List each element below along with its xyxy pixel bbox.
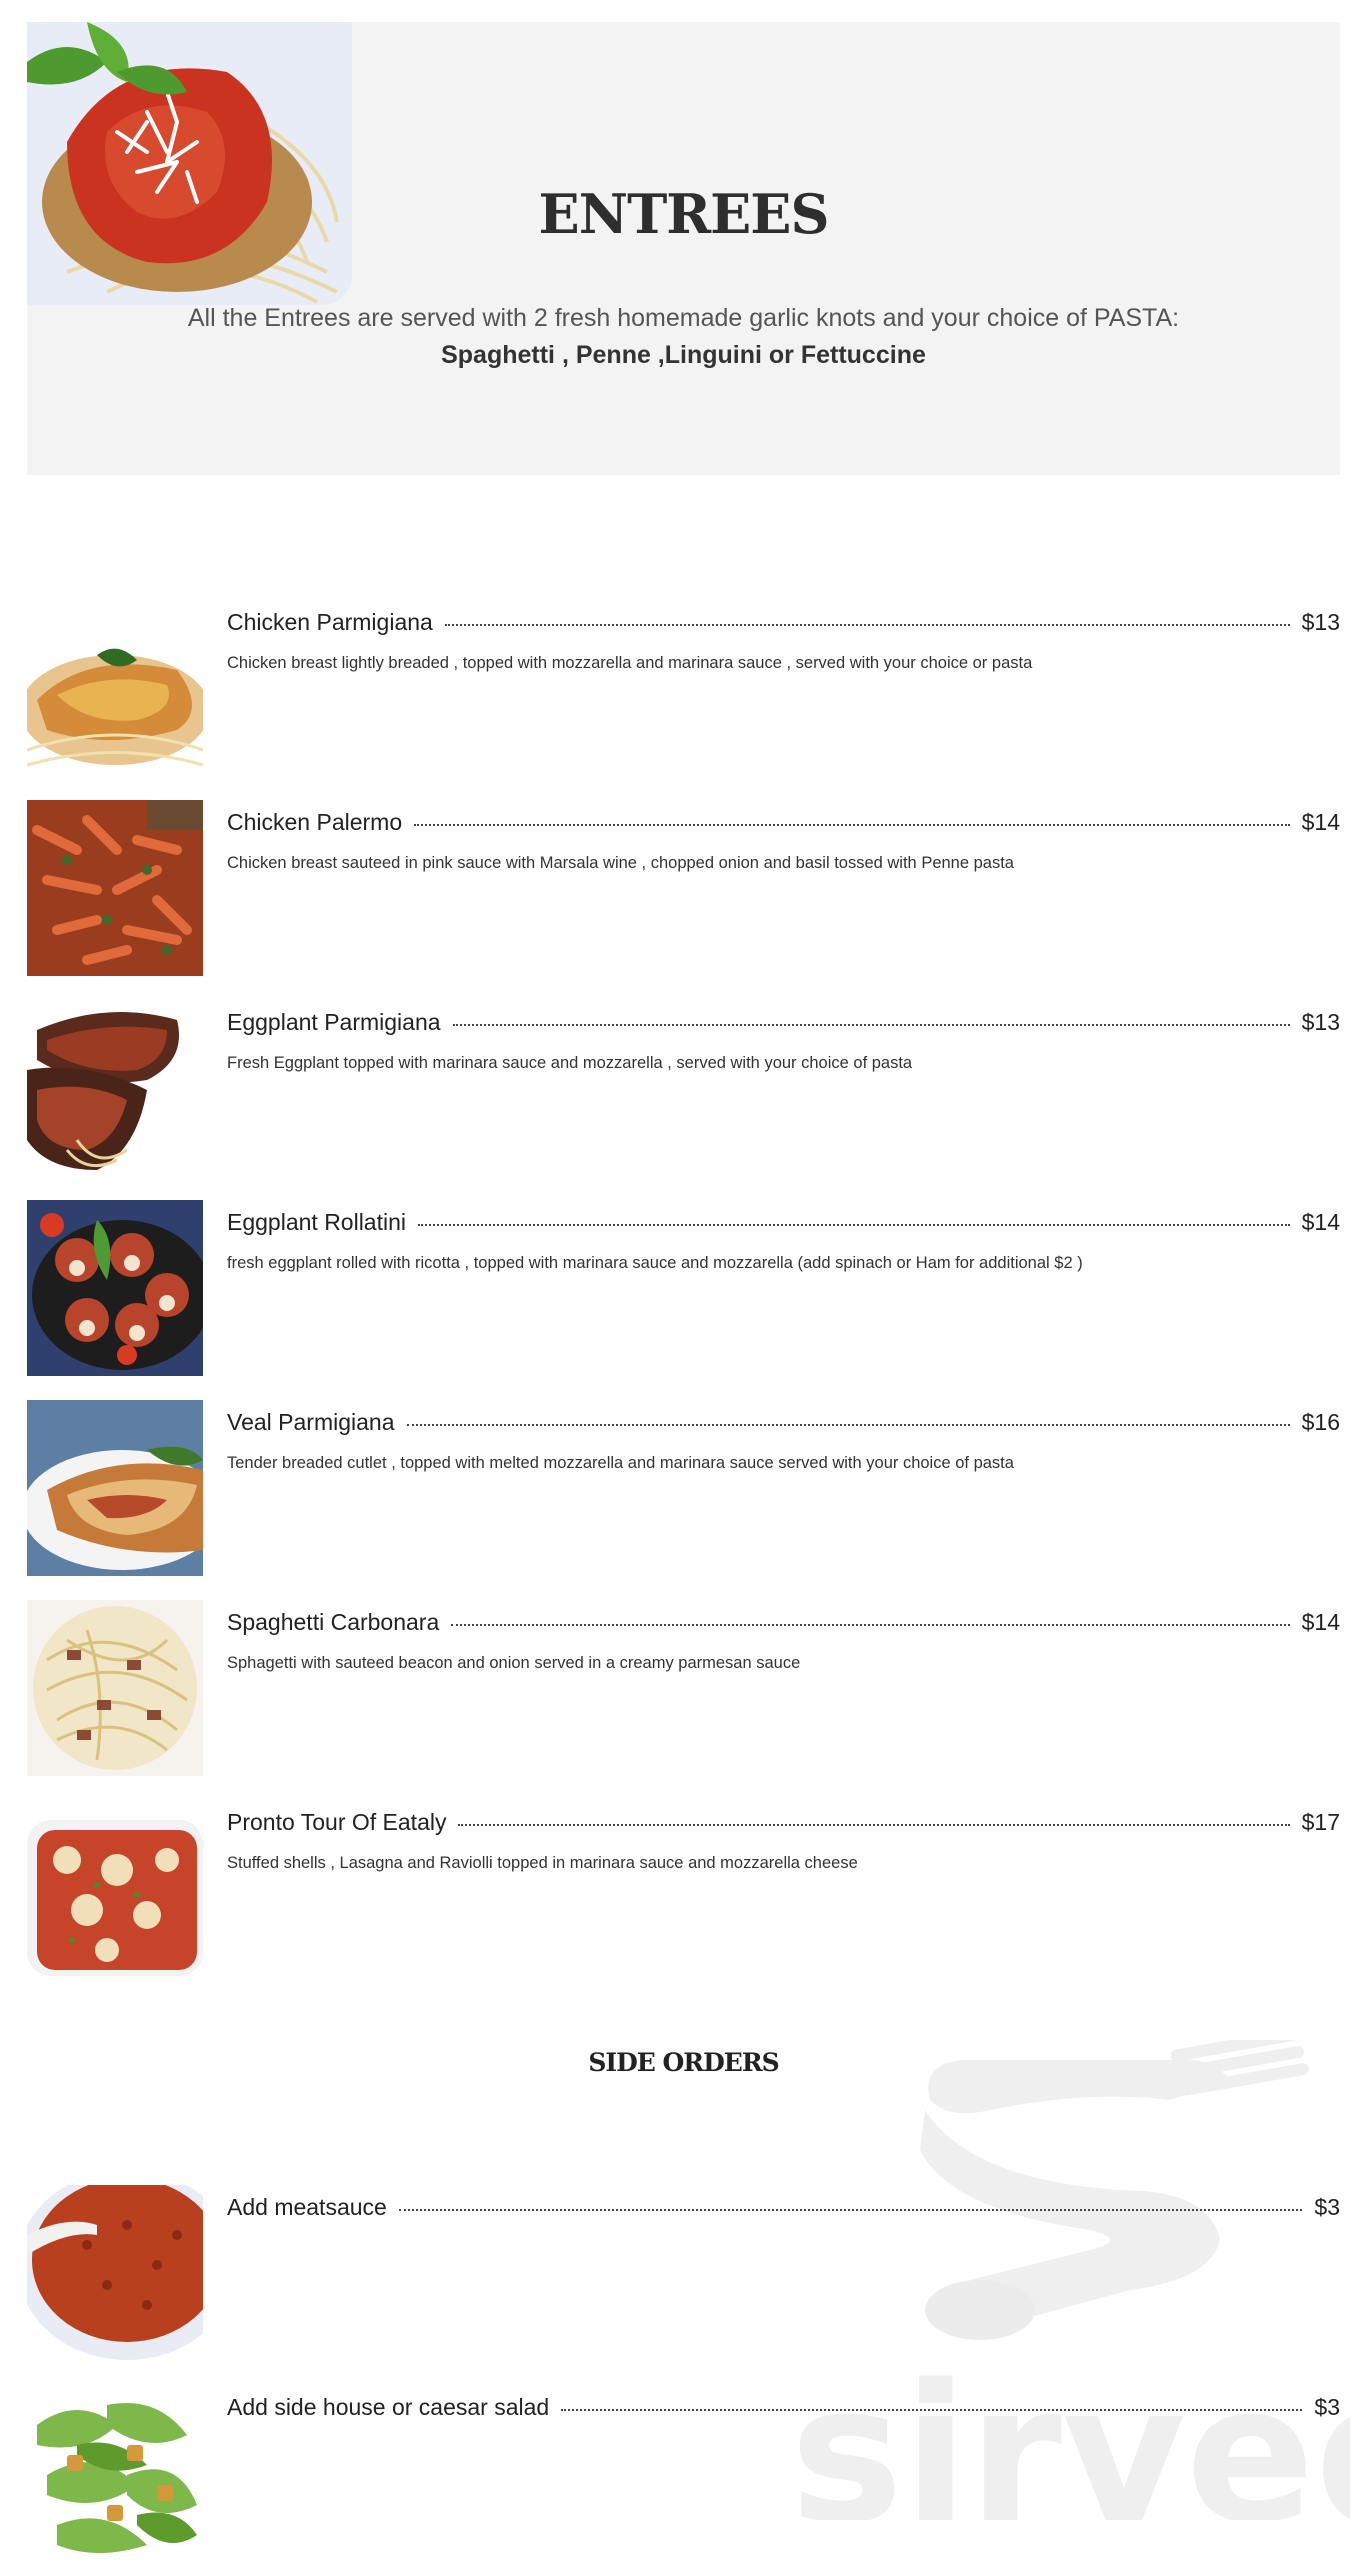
eggplant-parmigiana-image — [27, 1000, 203, 1176]
veal-parmigiana-image — [27, 1400, 203, 1576]
dotted-leader — [458, 1824, 1290, 1826]
item-price: $13 — [1301, 1008, 1340, 1035]
menu-item[interactable]: Pronto Tour Of Eataly $17 Stuffed shells… — [27, 1800, 1340, 1976]
item-name: Add side house or caesar salad — [227, 2393, 550, 2420]
item-description: Fresh Eggplant topped with marinara sauc… — [227, 1054, 913, 1072]
spaghetti-carbonara-image — [27, 1600, 203, 1776]
item-name: Veal Parmigiana — [227, 1408, 395, 1435]
item-price: $17 — [1301, 1808, 1340, 1835]
item-description: Chicken breast lightly breaded , topped … — [227, 654, 1033, 672]
menu-item[interactable]: Add meatsauce $3 — [27, 2185, 1340, 2361]
chicken-palermo-image — [27, 800, 203, 976]
item-name: Pronto Tour Of Eataly — [227, 1808, 447, 1835]
dotted-leader — [444, 624, 1290, 626]
dotted-leader — [451, 1624, 1290, 1626]
chicken-parmigiana-image — [27, 600, 203, 776]
menu-item[interactable]: Spaghetti Carbonara $14 Sphagetti with s… — [27, 1600, 1340, 1776]
dotted-leader — [418, 1224, 1290, 1226]
eggplant-rollatini-image — [27, 1200, 203, 1376]
item-name: Chicken Parmigiana — [227, 608, 433, 635]
item-name: Add meatsauce — [227, 2193, 387, 2220]
item-description: Sphagetti with sauteed beacon and onion … — [227, 1654, 801, 1672]
item-price: $16 — [1301, 1408, 1340, 1435]
item-description: Chicken breast sauteed in pink sauce wit… — [227, 854, 1014, 872]
pasta-options: Spaghetti , Penne ,Linguini or Fettuccin… — [441, 341, 926, 369]
item-price: $14 — [1301, 1608, 1340, 1635]
item-price: $3 — [1314, 2193, 1340, 2220]
menu-item[interactable]: Veal Parmigiana $16 Tender breaded cutle… — [27, 1400, 1340, 1576]
dotted-leader — [398, 2209, 1303, 2211]
item-description: Stuffed shells , Lasagna and Raviolli to… — [227, 1854, 858, 1872]
meatsauce-image — [27, 2185, 203, 2361]
item-price: $13 — [1301, 608, 1340, 635]
menu-item[interactable]: Chicken Palermo $14 Chicken breast saute… — [27, 800, 1340, 976]
dotted-leader — [406, 1424, 1290, 1426]
page-subtitle: All the Entrees are served with 2 fresh … — [27, 300, 1340, 374]
dotted-leader — [452, 1024, 1290, 1026]
item-name: Spaghetti Carbonara — [227, 1608, 440, 1635]
entrees-header: ENTREES All the Entrees are served with … — [27, 22, 1340, 475]
chicken-parmigiana-hero-image — [27, 22, 352, 305]
item-price: $3 — [1314, 2393, 1340, 2420]
item-name: Chicken Palermo — [227, 808, 403, 835]
item-name: Eggplant Rollatini — [227, 1208, 407, 1235]
salad-image — [27, 2385, 203, 2561]
item-description: fresh eggplant rolled with ricotta , top… — [227, 1254, 1083, 1272]
menu-item[interactable]: Add side house or caesar salad $3 — [27, 2385, 1340, 2561]
menu-item[interactable]: Eggplant Rollatini $14 fresh eggplant ro… — [27, 1200, 1340, 1376]
dotted-leader — [414, 824, 1290, 826]
menu-item[interactable]: Eggplant Parmigiana $13 Fresh Eggplant t… — [27, 1000, 1340, 1176]
item-price: $14 — [1301, 808, 1340, 835]
pronto-tour-of-eataly-image — [27, 1800, 203, 1976]
item-description: Tender breaded cutlet , topped with melt… — [227, 1454, 1014, 1472]
page-title: ENTREES — [538, 182, 830, 246]
side-orders-title: SIDE ORDERS — [588, 2048, 779, 2077]
menu-item[interactable]: Chicken Parmigiana $13 Chicken breast li… — [27, 600, 1340, 776]
item-price: $14 — [1301, 1208, 1340, 1235]
item-name: Eggplant Parmigiana — [227, 1008, 441, 1035]
subtitle-line: All the Entrees are served with 2 fresh … — [187, 304, 1180, 332]
dotted-leader — [561, 2409, 1303, 2411]
